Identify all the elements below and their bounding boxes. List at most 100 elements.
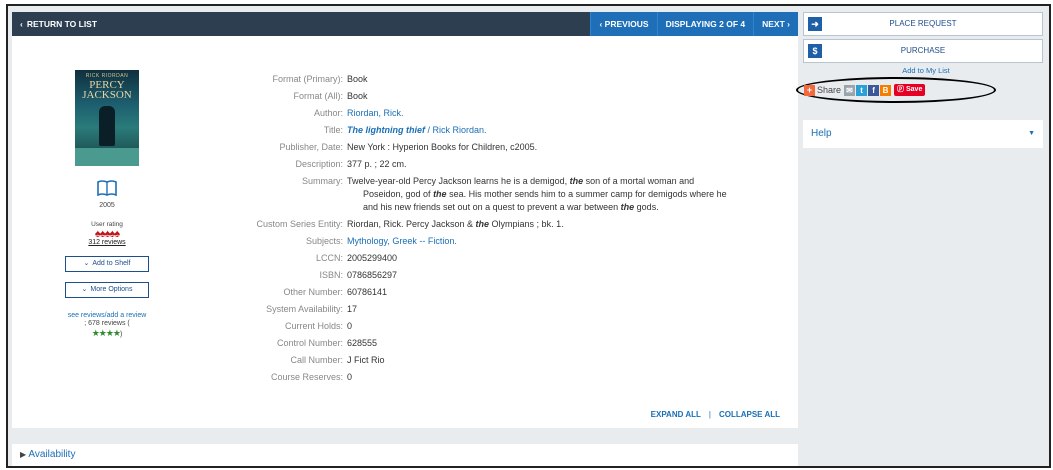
previous-label: PREVIOUS (604, 19, 649, 29)
summary-text: Twelve-year-old Percy Jackson learns he … (347, 175, 777, 214)
return-to-list-button[interactable]: ‹ RETURN TO LIST (20, 19, 97, 29)
field-label: Call Number: (290, 355, 343, 365)
chevron-down-icon: ⌄ (81, 286, 88, 293)
summary-emphasis: the (620, 202, 635, 212)
cover-title-text: PERCY JACKSON (82, 79, 132, 101)
record-sidebar: ➜ PLACE REQUEST $ PURCHASE Add to My Lis… (796, 12, 1049, 148)
field-call-number: Call Number: J Fict Rio (232, 354, 792, 367)
record-navbar: ‹ RETURN TO LIST ‹ PREVIOUS DISPLAYING 2… (12, 12, 798, 36)
book-cover-image[interactable]: RICK RIORDAN PERCY JACKSON (75, 70, 139, 166)
summary-fragment: Poseidon, god of (363, 189, 434, 199)
field-label: Format (Primary): (272, 74, 344, 84)
place-request-label: PLACE REQUEST (889, 19, 957, 28)
field-label: Course Reserves: (270, 372, 343, 382)
field-value: New York : Hyperion Books for Children, … (347, 142, 538, 152)
twitter-icon[interactable]: t (856, 84, 868, 96)
summary-fragment: son of a mortal woman and (583, 176, 695, 186)
more-options-button[interactable]: ⌄ More Options (65, 282, 149, 298)
field-label: Description: (295, 159, 343, 169)
record-left-column: RICK RIORDAN PERCY JACKSON 2005 User rat… (62, 70, 152, 339)
field-value: 628555 (347, 338, 378, 348)
displaying-indicator: DISPLAYING 2 OF 4 (656, 12, 754, 36)
caret-down-icon: ▼ (1028, 130, 1035, 137)
availability-label: Availability (28, 449, 76, 460)
share-plus-icon[interactable]: + (804, 84, 815, 96)
star-rating: ★★★★) (62, 328, 152, 339)
pinterest-save-button[interactable]: ⓟ Save (894, 84, 926, 96)
record-pager: ‹ PREVIOUS DISPLAYING 2 OF 4 NEXT › (590, 12, 798, 36)
review-count-text: ; 678 reviews ( (84, 320, 130, 327)
field-description: Description: 377 p. ; 22 cm. (232, 158, 792, 171)
field-label: Control Number: (276, 338, 343, 348)
purchase-button[interactable]: $ PURCHASE (803, 39, 1043, 63)
help-panel-toggle[interactable]: Help ▼ (803, 120, 1043, 148)
review-count-line: ; 678 reviews ( (62, 320, 152, 328)
field-value: Riordan, Rick. Percy Jackson & the Olymp… (347, 218, 777, 231)
add-to-shelf-label: Add to Shelf (92, 260, 131, 267)
field-summary: Summary: Twelve-year-old Percy Jackson l… (232, 175, 792, 214)
chevron-left-icon: ‹ (20, 19, 23, 29)
field-label: Other Number: (283, 287, 343, 297)
field-course-reserves: Course Reserves: 0 (232, 371, 792, 384)
field-label: Title: (323, 125, 343, 135)
collapse-all-button[interactable]: COLLAPSE ALL (719, 410, 780, 419)
dollar-icon: $ (808, 44, 822, 58)
summary-emphasis: the (569, 176, 584, 186)
field-title: Title: The lightning thief / Rick Riorda… (232, 124, 792, 137)
star-icons: ★★★★ (91, 328, 121, 338)
book-format-icon (97, 180, 117, 197)
chevron-right-icon: › (784, 19, 790, 29)
field-format-primary: Format (Primary): Book (232, 73, 792, 86)
series-fragment: Riordan, Rick. Percy Jackson & (347, 219, 476, 229)
email-icon[interactable]: ✉ (844, 84, 856, 96)
field-value: 0786856297 (347, 270, 398, 280)
summary-line: Poseidon, god of the sea. His mother sen… (347, 188, 777, 201)
field-label: Publisher, Date: (279, 142, 343, 152)
previous-button[interactable]: ‹ PREVIOUS (590, 12, 657, 36)
field-control-number: Control Number: 628555 (232, 337, 792, 350)
cover-wave (75, 148, 139, 166)
save-label: Save (905, 86, 923, 93)
facebook-icon[interactable]: f (868, 84, 880, 96)
record-fields: Format (Primary): Book Format (All): Boo… (232, 73, 792, 388)
field-label: Format (All): (293, 91, 344, 101)
expand-all-button[interactable]: EXPAND ALL (651, 410, 701, 419)
title-link[interactable]: The lightning thief / Rick Riordan. (347, 125, 487, 135)
next-button[interactable]: NEXT › (753, 12, 798, 36)
field-system-availability: System Availability: 17 (232, 303, 792, 316)
field-format-all: Format (All): Book (232, 90, 792, 103)
summary-fragment: and his new friends set out on a quest t… (363, 202, 621, 212)
pinterest-icon: ⓟ (897, 86, 906, 93)
separator: | (708, 410, 711, 419)
blogger-icon[interactable]: B (880, 84, 892, 96)
field-label: LCCN: (315, 253, 343, 263)
field-value: 17 (347, 304, 358, 314)
title-italic: The lightning thief (347, 125, 425, 135)
add-to-my-list-link[interactable]: Add to My List (803, 66, 1049, 75)
field-lccn: LCCN: 2005299400 (232, 252, 792, 265)
subjects-link[interactable]: Mythology, Greek -- Fiction. (347, 236, 457, 246)
field-series: Custom Series Entity: Riordan, Rick. Per… (232, 218, 792, 231)
field-current-holds: Current Holds: 0 (232, 320, 792, 333)
pepper-rating-icon: ♠♠♠♠♠ (94, 228, 120, 240)
return-to-list-label: RETURN TO LIST (26, 19, 98, 29)
field-isbn: ISBN: 0786856297 (232, 269, 792, 282)
see-reviews-link[interactable]: see reviews/add a review (62, 312, 152, 320)
field-value: 2005299400 (347, 253, 398, 263)
add-to-shelf-button[interactable]: ⌄ Add to Shelf (65, 256, 149, 272)
field-label: ISBN: (319, 270, 343, 280)
field-value: 377 p. ; 22 cm. (347, 159, 407, 169)
summary-emphasis: the (433, 189, 447, 199)
share-link[interactable]: Share (817, 85, 841, 95)
author-link[interactable]: Riordan, Rick. (347, 108, 404, 118)
help-label: Help (811, 128, 832, 139)
field-value: 60786141 (347, 287, 388, 297)
place-request-button[interactable]: ➜ PLACE REQUEST (803, 12, 1043, 36)
reviews-link[interactable]: 312 reviews (62, 239, 152, 246)
field-other-number: Other Number: 60786141 (232, 286, 792, 299)
availability-toggle[interactable]: ▶ Availability (12, 444, 798, 466)
field-value: J Fict Rio (347, 355, 385, 365)
publication-year: 2005 (99, 202, 115, 209)
field-label: Subjects: (305, 236, 343, 246)
purchase-label: PURCHASE (900, 46, 946, 55)
